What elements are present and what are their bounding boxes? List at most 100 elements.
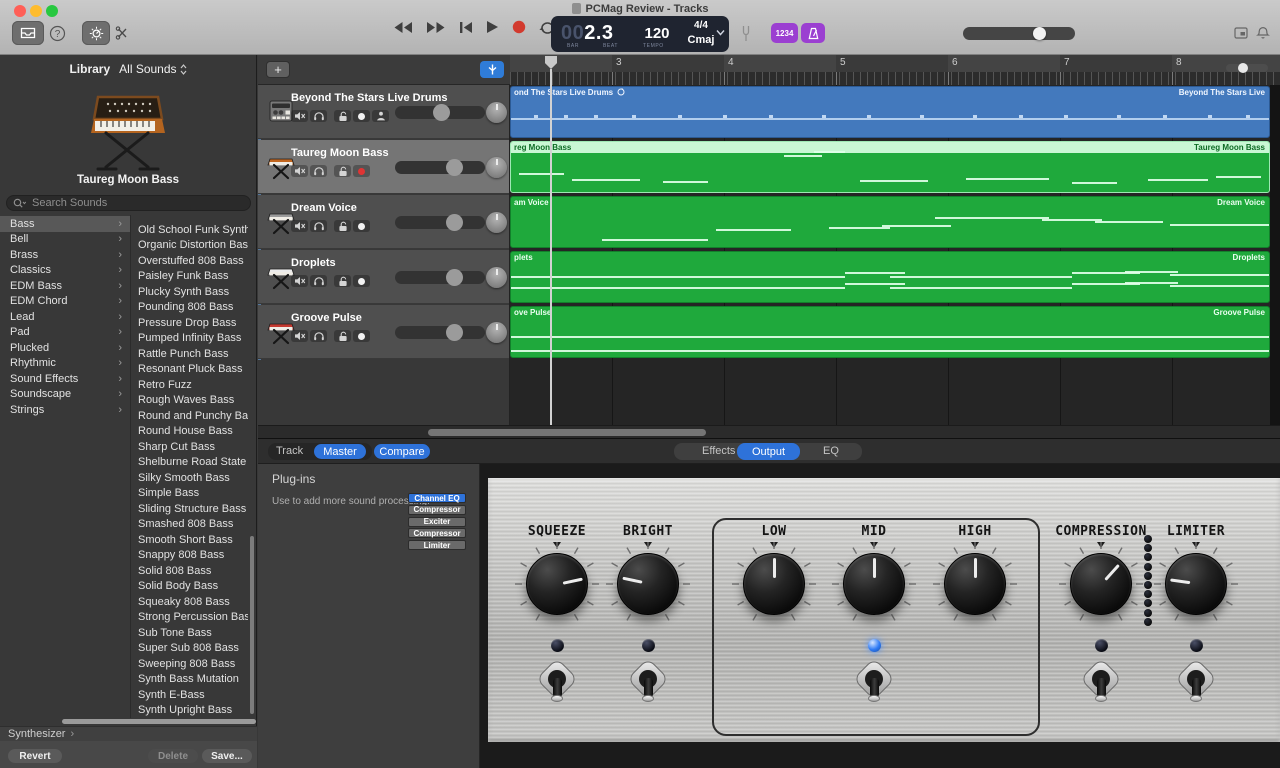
category-item-bass[interactable]: Bass› <box>0 216 130 232</box>
plugin-slot-limiter[interactable]: Limiter <box>408 540 466 550</box>
track-header-2[interactable]: Taureg Moon Bass <box>258 140 510 194</box>
track-volume-slider[interactable] <box>395 216 485 229</box>
region-dream-voice[interactable]: am VoiceDream Voice <box>510 196 1270 248</box>
catch-playhead-button[interactable] <box>480 61 504 78</box>
region-droplets[interactable]: pletsDroplets <box>510 251 1270 303</box>
patch-item[interactable]: Shelburne Road State Ba... <box>132 455 248 471</box>
sound-filter-select[interactable]: All Sounds <box>119 62 186 76</box>
patch-item[interactable]: Round and Punchy Bass <box>132 408 248 424</box>
lock-button[interactable] <box>334 330 351 342</box>
track-pan-knob[interactable] <box>486 157 507 178</box>
track-volume-thumb[interactable] <box>433 104 450 121</box>
monitor-button[interactable] <box>353 330 370 342</box>
category-item-edm-chord[interactable]: EDM Chord› <box>0 294 130 310</box>
add-track-button[interactable]: + <box>266 61 290 78</box>
mute-button[interactable] <box>291 220 308 232</box>
category-item-classics[interactable]: Classics› <box>0 263 130 279</box>
solo-button[interactable] <box>310 330 327 342</box>
timeline-ruler[interactable]: 345678 <box>510 55 1280 85</box>
lock-button[interactable] <box>334 165 351 177</box>
track-volume-thumb[interactable] <box>446 269 463 286</box>
search-field[interactable] <box>6 195 251 211</box>
patch-item[interactable]: Rattle Punch Bass <box>132 346 248 362</box>
patch-item[interactable]: Strong Percussion Bass <box>132 610 248 626</box>
patch-item[interactable]: Simple Bass <box>132 486 248 502</box>
switch-limiter[interactable] <box>1179 662 1213 706</box>
master-volume-slider[interactable] <box>963 27 1075 40</box>
track-pan-knob[interactable] <box>486 322 507 343</box>
patch-item[interactable]: Resonant Pluck Bass <box>132 362 248 378</box>
mute-button[interactable] <box>291 330 308 342</box>
region-taureg-moon-bass[interactable]: reg Moon BassTaureg Moon Bass <box>510 141 1270 193</box>
track-header-1[interactable]: Beyond The Stars Live Drums <box>258 85 510 139</box>
tab-output[interactable]: Output <box>737 443 800 460</box>
library-toggle-button[interactable] <box>12 21 44 45</box>
monitor-button[interactable] <box>353 110 370 122</box>
track-volume-slider[interactable] <box>395 106 485 119</box>
track-volume-slider[interactable] <box>395 326 485 339</box>
tracks-horizontal-scrollbar[interactable] <box>258 425 1280 438</box>
region-beyond-the-stars-live[interactable]: ond The Stars Live DrumsBeyond The Stars… <box>510 86 1270 138</box>
plugin-slot-compressor[interactable]: Compressor <box>408 528 466 538</box>
tab-master[interactable]: Master <box>314 444 366 459</box>
notifications-icon[interactable] <box>1256 26 1270 40</box>
count-in-button[interactable]: 1234 <box>771 23 798 43</box>
patch-item[interactable]: Overstuffed 808 Bass <box>132 253 248 269</box>
patch-item[interactable]: Snappy 808 Bass <box>132 548 248 564</box>
track-header-5[interactable]: Groove Pulse <box>258 305 510 359</box>
patch-breadcrumb[interactable]: Synthesizer› <box>0 726 257 741</box>
record-button[interactable] <box>512 20 526 34</box>
category-item-soundscape[interactable]: Soundscape› <box>0 387 130 403</box>
mute-button[interactable] <box>291 110 308 122</box>
patch-list-scrollbar[interactable] <box>250 536 254 714</box>
rewind-button[interactable] <box>393 21 413 34</box>
go-to-beginning-button[interactable] <box>459 21 473 34</box>
editors-button[interactable] <box>113 24 131 42</box>
switch-compression[interactable] <box>1084 662 1118 706</box>
patch-item[interactable]: Retro Fuzz <box>132 377 248 393</box>
tab-track[interactable]: Track <box>276 445 303 457</box>
fast-forward-button[interactable] <box>426 21 446 34</box>
patch-item[interactable]: Pounding 808 Bass <box>132 300 248 316</box>
patch-item[interactable]: Solid 808 Bass <box>132 563 248 579</box>
patch-item[interactable]: Plucky Synth Bass <box>132 284 248 300</box>
zoom-slider[interactable] <box>1226 64 1268 72</box>
patch-item[interactable]: Synth Upright Bass <box>132 703 248 719</box>
zoom-slider-thumb[interactable] <box>1238 63 1248 73</box>
track-pan-knob[interactable] <box>486 212 507 233</box>
patch-item[interactable]: Organic Distortion Bass <box>132 238 248 254</box>
lcd-display[interactable]: 002.3 BAR BEAT 120 TEMPO 4/4 Cmaj <box>551 16 729 52</box>
display-mode-icon[interactable] <box>1234 27 1248 39</box>
track-header-4[interactable]: Droplets <box>258 250 510 304</box>
patch-item[interactable]: Sliding Structure Bass <box>132 501 248 517</box>
record-button[interactable] <box>353 165 370 177</box>
track-pan-knob[interactable] <box>486 267 507 288</box>
tracks-scrollbar-thumb[interactable] <box>428 429 706 436</box>
track-volume-thumb[interactable] <box>446 159 463 176</box>
category-item-pad[interactable]: Pad› <box>0 325 130 341</box>
quick-help-button[interactable]: ? <box>48 24 66 42</box>
tab-effects[interactable]: Effects <box>702 445 735 457</box>
track-volume-thumb[interactable] <box>446 324 463 341</box>
mute-button[interactable] <box>291 165 308 177</box>
lock-button[interactable] <box>334 220 351 232</box>
track-pan-knob[interactable] <box>486 102 507 123</box>
patch-item[interactable]: Round House Bass <box>132 424 248 440</box>
lock-button[interactable] <box>334 110 351 122</box>
patch-item[interactable]: Squeaky 808 Bass <box>132 594 248 610</box>
patch-item[interactable]: Silky Smooth Bass <box>132 470 248 486</box>
solo-button[interactable] <box>310 220 327 232</box>
region-groove-pulse[interactable]: ove PulseGroove Pulse <box>510 306 1270 358</box>
library-horizontal-scrollbar[interactable] <box>62 719 256 724</box>
metronome-button[interactable] <box>801 23 825 43</box>
category-item-sound-effects[interactable]: Sound Effects› <box>0 371 130 387</box>
track-volume-thumb[interactable] <box>446 214 463 231</box>
patch-item[interactable]: Old School Funk Synth B... <box>132 222 248 238</box>
plugin-slot-exciter[interactable]: Exciter <box>408 517 466 527</box>
patch-item[interactable]: Synth Bass Mutation <box>132 672 248 688</box>
category-item-plucked[interactable]: Plucked› <box>0 340 130 356</box>
patch-item[interactable]: Sharp Cut Bass <box>132 439 248 455</box>
solo-button[interactable] <box>310 110 327 122</box>
mute-button[interactable] <box>291 275 308 287</box>
tab-eq[interactable]: EQ <box>823 445 839 457</box>
